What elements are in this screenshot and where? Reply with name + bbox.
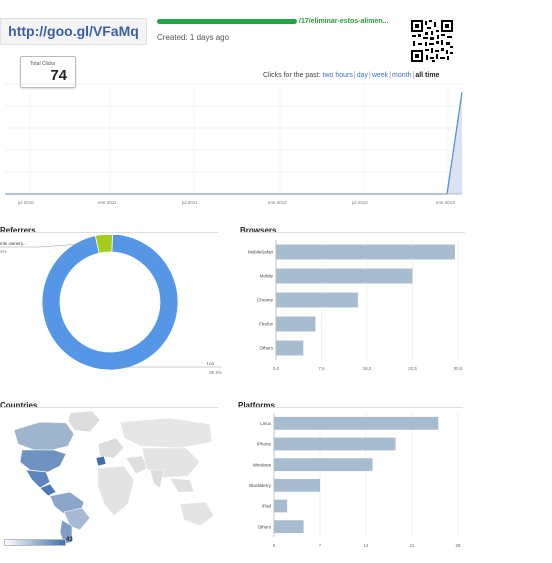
long-url-link[interactable]: /17/eliminar-estos-alimen... xyxy=(157,18,388,25)
platforms-category-label: iPad xyxy=(262,504,272,509)
timeline-x-tick-label: ene 2013 xyxy=(436,200,455,205)
browsers-title: Browsers xyxy=(240,226,277,235)
map-spain xyxy=(95,455,107,467)
browsers-bar-chart: 0,0 7,5 15,0 22,5 30,0 MobileSafari Mobile Chro… xyxy=(248,240,463,371)
referrer-label-pct: 95.9% xyxy=(209,370,222,375)
range-week-link[interactable]: week xyxy=(372,72,388,79)
redacted-url-part xyxy=(157,18,297,24)
browsers-x-tick-label: 7,5 xyxy=(318,366,325,371)
range-two-hours-link[interactable]: two hours xyxy=(323,72,353,79)
platforms-x-tick-label: 21 xyxy=(409,543,415,548)
map-australia xyxy=(179,501,215,527)
browsers-category-label: MobileSafari xyxy=(248,250,273,255)
timeline-x-tick-label: jul 2011 xyxy=(181,200,198,205)
range-prefix: Clicks for the past: xyxy=(263,72,321,79)
platforms-category-label: iPhone xyxy=(257,442,272,447)
platforms-category-label: Windows xyxy=(253,462,272,467)
countries-legend-max: 43 xyxy=(66,537,73,543)
platforms-category-label: Linux xyxy=(260,421,272,426)
short-url[interactable]: http://goo.gl/VFaMq xyxy=(0,18,147,45)
map-africa xyxy=(97,465,135,517)
platforms-category-label: Others xyxy=(257,524,271,529)
browsers-category-label: Chrome xyxy=(257,298,274,303)
platforms-bar xyxy=(274,499,288,513)
clicks-timeline-chart: jul 2010 ene 2011 jul 2011 ene 2012 jul 2012… xyxy=(5,83,463,205)
browsers-rule xyxy=(240,232,465,233)
browsers-x-tick-label: 15,0 xyxy=(363,366,372,371)
platforms-rule xyxy=(238,407,463,408)
referrers-title: Referrers xyxy=(0,226,36,235)
countries-world-map xyxy=(13,410,215,545)
timeline-x-tick-label: ene 2012 xyxy=(268,200,287,205)
referrer-label-name: t.co xyxy=(207,361,215,366)
platforms-bar xyxy=(274,478,320,492)
created-text: Created: 1 days ago xyxy=(157,33,230,42)
browsers-category-label: Firefox xyxy=(259,322,274,327)
browsers-bar xyxy=(276,268,413,284)
range-day-link[interactable]: day xyxy=(357,72,368,79)
platforms-x-tick-label: 28 xyxy=(455,543,461,548)
range-month-link[interactable]: month xyxy=(392,72,411,79)
referrer-label-pct: 4% xyxy=(0,249,7,254)
timeline-area xyxy=(5,92,462,194)
timeline-x-tick-label: jul 2010 xyxy=(17,200,34,205)
browsers-bar xyxy=(276,292,358,308)
platforms-category-label: BlackBerry xyxy=(249,483,272,488)
platforms-bar xyxy=(274,416,439,430)
platforms-bar-chart: 0 7 14 21 28 Linux iPhone Windows BlackBerry iPad… xyxy=(249,413,461,548)
countries-legend-gradient xyxy=(4,539,66,546)
long-url-text: /17/eliminar-estos-alimen... xyxy=(299,18,389,25)
timeline-x-tick-label: ene 2011 xyxy=(98,200,117,205)
map-russia xyxy=(119,417,213,449)
browsers-bar xyxy=(276,244,455,260)
referrer-slice-tco xyxy=(41,235,179,371)
map-europe xyxy=(97,437,125,459)
map-greenland xyxy=(67,410,101,433)
browsers-bar xyxy=(276,340,304,356)
qr-code-icon xyxy=(410,19,454,68)
map-india xyxy=(149,469,165,489)
referrer-label-name: mln owners... xyxy=(0,241,27,246)
platforms-bar xyxy=(274,458,373,472)
platforms-bar xyxy=(274,520,304,534)
platforms-bar xyxy=(274,437,396,451)
platforms-x-tick-label: 14 xyxy=(363,543,369,548)
map-usa xyxy=(19,449,67,473)
timeline-series-line xyxy=(5,92,463,195)
platforms-title: Platforms xyxy=(238,401,275,410)
browsers-x-tick-label: 22,5 xyxy=(408,366,417,371)
referrers-rule xyxy=(0,232,218,233)
browsers-x-tick-label: 0,0 xyxy=(273,366,280,371)
platforms-x-tick-label: 7 xyxy=(319,543,322,548)
map-canada xyxy=(13,421,75,451)
range-all-time-active[interactable]: all time xyxy=(415,72,439,79)
timeline-x-tick-label: jul 2012 xyxy=(351,200,368,205)
range-selector: Clicks for the past: two hours|day|week|… xyxy=(263,72,440,79)
browsers-bar xyxy=(276,316,316,332)
browsers-category-label: Mobile xyxy=(260,274,274,279)
browsers-x-tick-label: 30,0 xyxy=(454,366,463,371)
referrers-pie-chart: mln owners... 4% t.co 95.9% xyxy=(0,235,222,375)
map-se-asia xyxy=(169,477,195,493)
browsers-category-label: Others xyxy=(259,346,273,351)
platforms-x-tick-label: 0 xyxy=(273,543,276,548)
